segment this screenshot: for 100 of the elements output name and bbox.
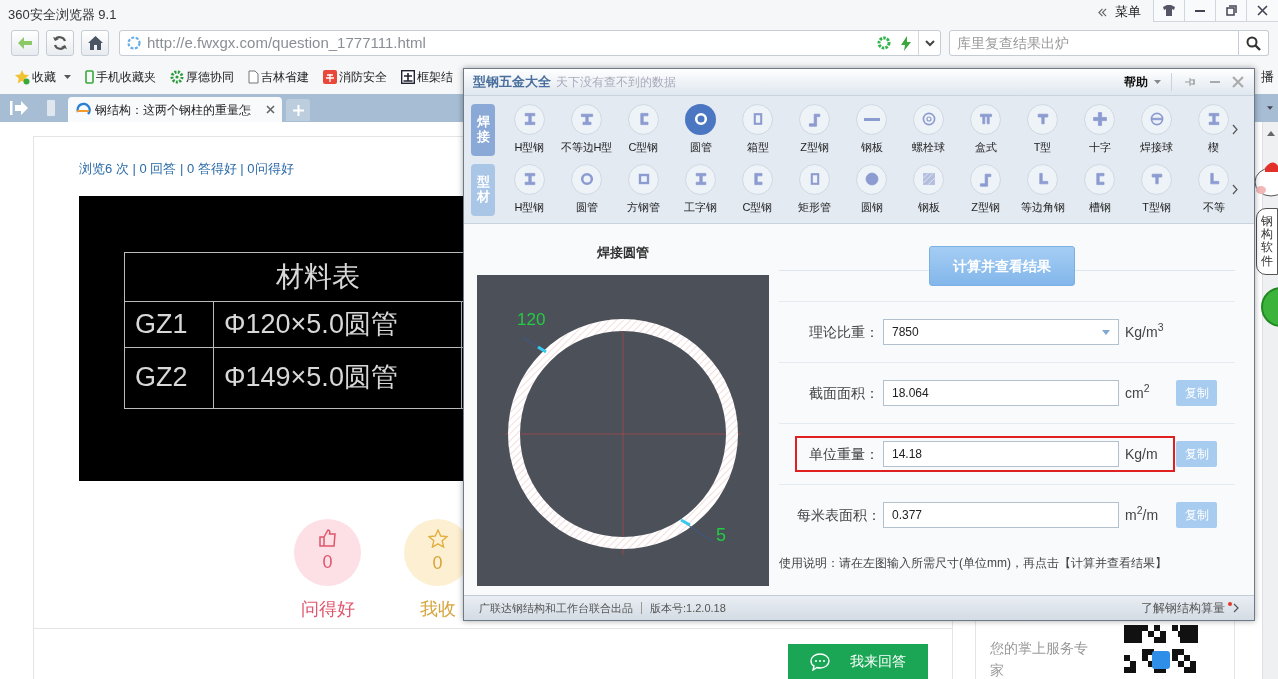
search-field[interactable]: 库里复查结果出炉 [949, 30, 1239, 56]
action-label: 问得好 [300, 598, 355, 621]
field-label: 截面面积： [808, 383, 879, 403]
field-label: 单位重量： [808, 444, 879, 464]
menu-button[interactable]: 菜单 [1115, 2, 1141, 22]
gear-icon [170, 70, 184, 84]
profile-item[interactable]: 等边角钢 [1014, 163, 1071, 216]
restore-icon[interactable] [1225, 5, 1237, 16]
leader-line [521, 336, 547, 354]
section-title: 焊接圆管 [597, 244, 649, 263]
caret-icon [1154, 80, 1161, 84]
profile-item[interactable]: Z型钢 [786, 103, 843, 156]
profile-item[interactable]: 不等边H型 [558, 103, 615, 156]
dimension-label[interactable]: 5 [716, 525, 726, 545]
thumbs-up-icon [318, 529, 337, 547]
learn-more-link[interactable]: 了解钢结构算量 [1141, 599, 1225, 617]
close-icon[interactable] [1257, 5, 1268, 16]
chevron-right-icon[interactable] [1232, 124, 1238, 135]
help-menu[interactable]: 帮助 [1124, 73, 1161, 91]
badge-icon[interactable] [1261, 286, 1278, 327]
double-chevron-icon[interactable] [1098, 7, 1107, 17]
speech-bubble: 钢构软件 [1256, 208, 1278, 275]
result-field: 14.18 [883, 441, 1119, 467]
profile-item[interactable]: Z型钢 [957, 163, 1014, 216]
profile-item[interactable]: 圆钢 [843, 163, 900, 216]
dimension-label[interactable]: 120 [517, 310, 546, 329]
profile-item[interactable]: 矩形管 [786, 163, 843, 216]
search-icon[interactable] [1246, 35, 1261, 51]
bookmark-link[interactable]: 框架结 [417, 68, 453, 86]
tile-icon [323, 70, 337, 84]
chevron-down-icon[interactable] [924, 39, 935, 47]
step-icon [977, 171, 994, 188]
window-title: 360安全浏览器 9.1 [8, 6, 117, 24]
sidebar-toggle-icon[interactable] [10, 101, 28, 115]
bookmark-link[interactable]: 消防安全 [339, 68, 387, 86]
profile-item[interactable]: 焊接球 [1128, 103, 1185, 156]
profile-item[interactable]: 螺栓球 [900, 103, 957, 156]
profile-item[interactable]: 圆管 [672, 103, 729, 156]
minimize-icon[interactable] [1195, 9, 1205, 12]
document-icon [248, 70, 259, 84]
chat-bubble-icon [810, 652, 830, 671]
profile-item[interactable]: C型钢 [729, 163, 786, 216]
chevron-right-icon[interactable] [1233, 603, 1239, 613]
profile-item[interactable]: H型钢 [501, 103, 558, 156]
profile-item[interactable]: C型钢 [615, 103, 672, 156]
action-label: 我收 [419, 598, 456, 621]
url-text: http://e.fwxgx.com/question_1777111.html [147, 32, 426, 53]
profile-item[interactable]: T型钢 [1128, 163, 1185, 216]
bookmark-link[interactable]: 吉林省建 [261, 68, 309, 86]
shirt-icon[interactable] [1163, 5, 1175, 16]
ring-icon [578, 171, 595, 188]
table-cell: Φ149×5.0圆管 [213, 347, 462, 408]
bookmark-link[interactable]: 收藏 [32, 68, 56, 86]
sphere-icon [1148, 111, 1165, 128]
profile-item[interactable]: 箱型 [729, 103, 786, 156]
tab-title: 钢结构：这两个钢柱的重量怎 [95, 101, 251, 119]
refresh-button[interactable] [46, 30, 74, 56]
star-icon [427, 528, 448, 548]
profile-item[interactable]: H型钢 [501, 163, 558, 216]
table-cell: Φ120×5.0圆管 [213, 301, 462, 347]
lightning-icon[interactable] [901, 35, 911, 51]
caret-icon [1102, 329, 1110, 335]
bookmark-link[interactable]: 厚德协同 [186, 68, 234, 86]
scroll-up-icon[interactable] [1266, 131, 1275, 136]
aperture-icon[interactable] [877, 36, 891, 50]
credit-text: 广联达钢结构和工作台联合出品 [479, 600, 633, 616]
close-icon[interactable] [266, 105, 275, 114]
profile-item[interactable]: 工字钢 [672, 163, 729, 216]
unit-label: Kg/m$^{3}$ [1125, 321, 1165, 342]
filled-circle-icon [863, 171, 880, 188]
leader-line [680, 518, 713, 542]
browser-tab[interactable]: 钢结构：这两个钢柱的重量怎 [68, 97, 282, 122]
caret-icon[interactable] [1267, 106, 1273, 110]
profile-item[interactable]: 钢板 [900, 163, 957, 216]
chevron-right-icon[interactable] [1232, 184, 1238, 195]
field-label: 理论比重： [808, 322, 879, 342]
unit-label: Kg/m [1125, 444, 1159, 464]
home-icon [87, 36, 103, 50]
hatched-square-icon [920, 171, 937, 188]
profile-item[interactable]: 十字 [1071, 103, 1128, 156]
app-slogan: 天下没有查不到的数据 [556, 74, 676, 91]
concentric-circles-icon [920, 111, 937, 128]
unit-label: m$^{2}$/m [1125, 504, 1160, 525]
caret-icon[interactable] [64, 75, 71, 79]
step-icon [806, 111, 823, 128]
density-select[interactable]: 7850 [883, 319, 1119, 345]
bookmark-link[interactable]: 播 [1261, 67, 1274, 87]
profile-item[interactable]: 圆管 [558, 163, 615, 216]
profile-item[interactable]: 不等 [1185, 163, 1229, 216]
profile-item[interactable]: 钢板 [843, 103, 900, 156]
phone-icon [85, 70, 94, 84]
result-field: 18.064 [883, 380, 1119, 406]
profile-item[interactable]: 盒式 [957, 103, 1014, 156]
home-button[interactable] [81, 30, 109, 56]
profile-item[interactable]: 槽钢 [1071, 163, 1128, 216]
field-label: 每米表面积： [797, 505, 879, 525]
profile-item[interactable]: 楔 [1185, 103, 1229, 156]
profile-item[interactable]: 方钢管 [615, 163, 672, 216]
profile-item[interactable]: T型 [1014, 103, 1071, 156]
bookmark-link[interactable]: 手机收藏夹 [96, 68, 156, 86]
